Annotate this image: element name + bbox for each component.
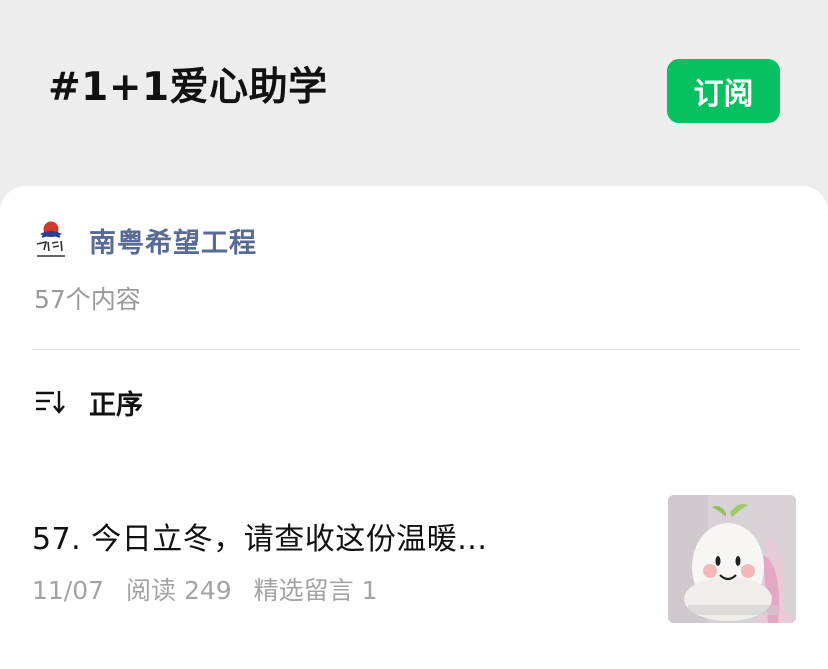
article-reads: 阅读 249: [126, 576, 232, 605]
article-title[interactable]: 57. 今日立冬，请查收这份温暖...: [32, 514, 487, 558]
article-meta: 11/07 阅读 249 精选留言 1: [32, 571, 391, 607]
sort-toggle[interactable]: 正序: [34, 382, 143, 422]
article-date: 11/07: [32, 576, 105, 605]
sort-order-icon: [36, 391, 65, 414]
article-comments: 精选留言 1: [253, 576, 378, 605]
subscribe-button[interactable]: 订阅: [667, 59, 780, 123]
content-card: 南粤希望工程 57个内容 正序 57. 今日立冬，请查收这份温暖... 11/0…: [0, 186, 828, 669]
plush-toy-image: [668, 495, 796, 623]
account-row[interactable]: 南粤希望工程: [34, 220, 257, 260]
page-header: #1+1爱心助学 订阅: [0, 0, 828, 186]
article-thumbnail[interactable]: [668, 495, 796, 623]
project-hope-logo-icon: [34, 220, 68, 260]
content-count: 57个内容: [34, 285, 141, 314]
article-list-item[interactable]: 57. 今日立冬，请查收这份温暖... 11/07 阅读 249 精选留言 1: [0, 486, 828, 636]
account-name[interactable]: 南粤希望工程: [89, 221, 257, 260]
divider: [32, 349, 800, 350]
hashtag-collection-page: #1+1爱心助学 订阅 南粤希望工程 57个内容 正序 57. 今日立冬，请查收…: [0, 0, 828, 669]
hashtag-title: #1+1爱心助学: [48, 65, 328, 110]
sort-label: 正序: [89, 389, 143, 421]
